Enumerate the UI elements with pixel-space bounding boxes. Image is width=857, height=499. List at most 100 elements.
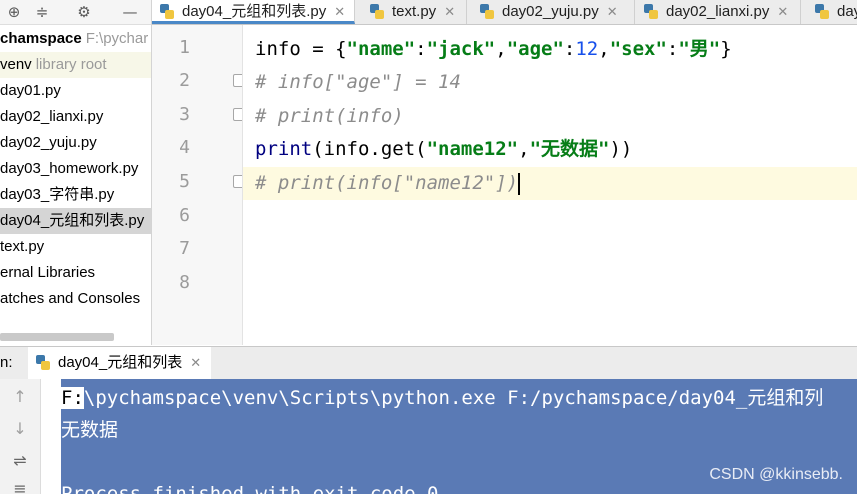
tab-text[interactable]: text.py ✕ bbox=[362, 0, 467, 24]
close-icon[interactable]: ✕ bbox=[607, 4, 618, 19]
code-token: , bbox=[518, 138, 530, 160]
tab-label: day bbox=[837, 3, 857, 20]
tab-day02-lianxi[interactable]: day02_lianxi.py ✕ bbox=[636, 0, 801, 24]
tree-item-label: day03_homework.py bbox=[0, 160, 139, 177]
run-toolbar: ↑ ↓ ⇌ ≡ bbox=[0, 379, 41, 498]
string-token: "name" bbox=[346, 38, 416, 60]
function-token: print bbox=[255, 138, 313, 160]
tab-label: text.py bbox=[392, 3, 437, 20]
code-token: , bbox=[598, 38, 610, 60]
tab-label: day04_元组和列表.py bbox=[182, 3, 327, 20]
fold-icon[interactable] bbox=[233, 108, 242, 121]
code-line: # info["age"] = 14 bbox=[255, 71, 461, 93]
tree-item-label: day02_lianxi.py bbox=[0, 108, 104, 125]
tab-label: day02_lianxi.py bbox=[666, 3, 770, 20]
fold-icon[interactable] bbox=[233, 175, 242, 188]
editor-tab-bar: day04_元组和列表.py ✕ text.py ✕ day02_yuju.py ✕ … bbox=[152, 0, 857, 25]
tab-label: day02_yuju.py bbox=[502, 3, 599, 20]
code-token: : bbox=[415, 38, 427, 60]
tree-item-label: chamspace bbox=[0, 30, 82, 47]
code-line: # print(info) bbox=[255, 105, 404, 127]
text-caret bbox=[518, 172, 521, 195]
line-number: 8 bbox=[179, 272, 190, 293]
target-icon[interactable]: ⊕ bbox=[4, 2, 24, 22]
close-icon[interactable]: ✕ bbox=[334, 4, 345, 19]
comment-token: # print(info["name12"]) bbox=[255, 172, 519, 194]
tree-item-file[interactable]: day03_字符串.py bbox=[0, 182, 151, 208]
code-line: print(info.get("name12","无数据")) bbox=[243, 133, 857, 166]
tree-item-note: library root bbox=[35, 56, 107, 73]
tree-item-label: ernal Libraries bbox=[0, 264, 96, 281]
line-number: 2 bbox=[179, 70, 190, 91]
arrow-up-icon[interactable]: ↑ bbox=[10, 387, 30, 407]
string-token: "age" bbox=[506, 38, 564, 60]
tab-day04[interactable]: day04_元组和列表.py ✕ bbox=[152, 0, 355, 24]
watermark: CSDN @kkinsebb. bbox=[709, 466, 843, 483]
tree-item-label: text.py bbox=[0, 238, 45, 255]
tree-item-label: venv bbox=[0, 56, 32, 73]
current-code-line: # print(info["name12"]) bbox=[243, 167, 857, 200]
python-file-icon bbox=[370, 4, 384, 20]
tree-item-label: atches and Consoles bbox=[0, 290, 141, 307]
line-number: 1 bbox=[179, 37, 190, 58]
string-token: "name12" bbox=[426, 138, 519, 160]
run-tool-header: n: day04_元组和列表 ✕ bbox=[0, 346, 857, 380]
soft-wrap-icon[interactable]: ⇌ bbox=[10, 451, 30, 471]
collapse-icon[interactable]: ≑ bbox=[32, 2, 52, 22]
fold-icon[interactable] bbox=[233, 74, 242, 87]
arrow-down-icon[interactable]: ↓ bbox=[10, 419, 30, 439]
code-token: : bbox=[563, 38, 576, 60]
code-token: info = { bbox=[255, 38, 347, 60]
code-token: (info.get( bbox=[312, 138, 427, 160]
tab-overflow[interactable]: day bbox=[807, 0, 857, 24]
python-file-icon bbox=[644, 4, 658, 20]
line-number: 6 bbox=[179, 205, 190, 226]
close-icon[interactable]: ✕ bbox=[777, 4, 788, 19]
minimize-icon[interactable]: — bbox=[120, 2, 140, 22]
tree-item-scratches[interactable]: atches and Consoles bbox=[0, 286, 151, 312]
line-number: 7 bbox=[179, 238, 190, 259]
project-panel: ⊕ ≑ ⚙ — chamspace F:\pychar venv library r… bbox=[0, 0, 152, 345]
console-text: F: bbox=[61, 387, 84, 409]
run-config-tab[interactable]: day04_元组和列表 ✕ bbox=[28, 347, 212, 379]
tree-item-file[interactable]: text.py bbox=[0, 234, 151, 260]
tree-item-root[interactable]: chamspace F:\pychar bbox=[0, 26, 151, 52]
tab-day02-yuju[interactable]: day02_yuju.py ✕ bbox=[472, 0, 635, 24]
tree-item-file[interactable]: day03_homework.py bbox=[0, 156, 151, 182]
line-number: 5 bbox=[179, 171, 190, 192]
close-icon[interactable]: ✕ bbox=[444, 4, 455, 19]
console-line: Process finished with exit code 0 bbox=[61, 483, 439, 494]
code-token: , bbox=[495, 38, 507, 60]
tree-item-venv[interactable]: venv library root bbox=[0, 52, 151, 78]
string-token: "无数据" bbox=[529, 138, 610, 160]
tree-item-label: day01.py bbox=[0, 82, 61, 99]
tree-item-file[interactable]: day02_yuju.py bbox=[0, 130, 151, 156]
sidebar-scrollbar[interactable] bbox=[0, 333, 114, 341]
python-file-icon bbox=[36, 355, 50, 371]
console-text: \pychamspace\venv\Scripts\python.exe F:/… bbox=[83, 387, 824, 409]
console-line: 无数据 bbox=[61, 419, 119, 441]
tree-item-selected-file[interactable]: day04_元组和列表.py bbox=[0, 208, 151, 234]
line-number: 4 bbox=[179, 137, 190, 158]
tree-item-label: day03_字符串.py bbox=[0, 186, 115, 203]
python-file-icon bbox=[815, 4, 829, 20]
tree-item-file[interactable]: day02_lianxi.py bbox=[0, 104, 151, 130]
gear-icon[interactable]: ⚙ bbox=[74, 2, 94, 22]
close-icon[interactable]: ✕ bbox=[190, 355, 201, 370]
run-label: n: bbox=[0, 354, 13, 371]
console-line: F:\pychamspace\venv\Scripts\python.exe F… bbox=[61, 383, 823, 413]
string-token: "男" bbox=[678, 38, 721, 60]
code-token: } bbox=[720, 38, 732, 60]
tree-item-external-libraries[interactable]: ernal Libraries bbox=[0, 260, 151, 286]
number-token: 12 bbox=[575, 38, 599, 60]
project-toolbar: ⊕ ≑ ⚙ — bbox=[0, 0, 151, 25]
tree-item-file[interactable]: day01.py bbox=[0, 78, 151, 104]
tree-item-label: day02_yuju.py bbox=[0, 134, 97, 151]
editor-gutter: 1 2 3 4 5 6 7 8 bbox=[152, 25, 243, 345]
tree-item-label: day04_元组和列表.py bbox=[0, 212, 145, 229]
code-editor[interactable]: info = {"name":"jack","age":12,"sex":"男"… bbox=[243, 25, 857, 345]
string-token: "sex" bbox=[609, 38, 667, 60]
string-token: "jack" bbox=[426, 38, 496, 60]
code-token: )) bbox=[609, 138, 633, 160]
scroll-end-icon[interactable]: ≡ bbox=[10, 479, 30, 499]
